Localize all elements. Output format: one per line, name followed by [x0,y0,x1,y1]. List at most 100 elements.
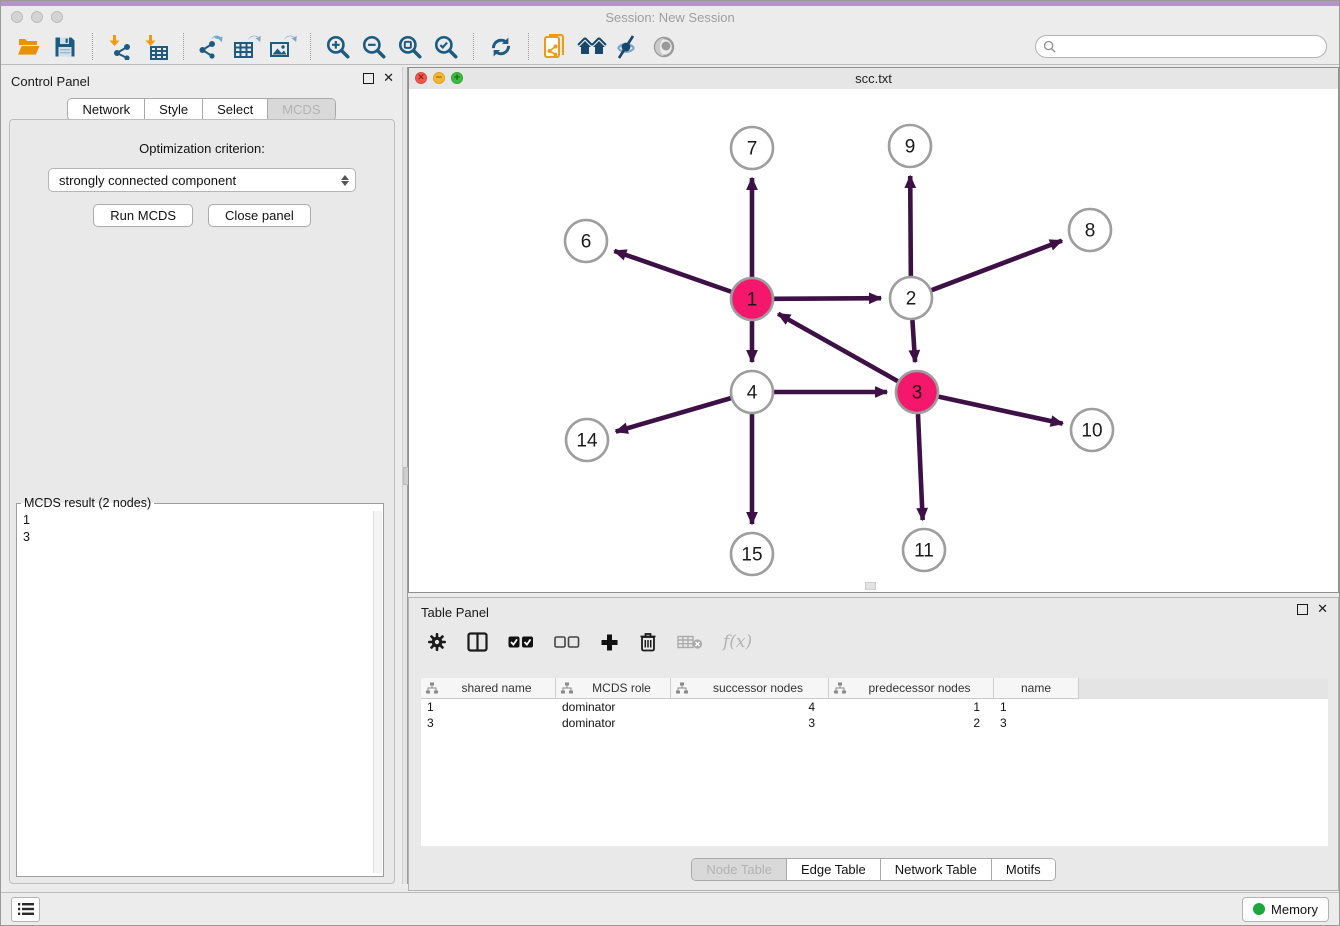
titlebar: Session: New Session [1,6,1339,30]
add-column-button[interactable] [600,633,619,652]
column-header-predecessor-nodes[interactable]: predecessor nodes [829,678,994,699]
refresh-layout-button[interactable] [486,33,516,61]
network-title: scc.txt [409,71,1338,86]
clone-network-icon [543,33,569,61]
node-label-2: 2 [906,289,917,310]
export-network-button[interactable] [196,33,226,61]
tab-select[interactable]: Select [202,99,267,120]
export-image-button[interactable] [268,33,298,61]
close-panel-icon[interactable]: ✕ [383,73,394,84]
column-layout-button[interactable] [467,632,488,652]
select-all-columns-button[interactable] [508,636,534,649]
main-toolbar [1,29,1339,65]
clone-network-button[interactable] [541,33,571,61]
criterion-select[interactable]: strongly connected component [48,168,356,192]
node-label-10: 10 [1081,421,1102,442]
edge-1-2[interactable] [774,298,881,299]
edge-2-9[interactable] [910,176,911,276]
tab-network-table[interactable]: Network Table [880,859,991,880]
toolbar-separator [92,33,93,60]
result-scrollbar[interactable] [373,511,382,873]
edge-3-1[interactable] [778,314,898,381]
table-row[interactable]: 3dominator323 [421,715,1328,731]
float-table-panel-icon[interactable] [1297,604,1308,615]
zoom-fit-icon [397,34,423,60]
zoom-selected-icon [433,34,459,60]
node-label-3: 3 [912,383,923,404]
edge-2-3[interactable] [912,320,915,362]
home-icon [577,35,607,59]
network-canvas[interactable]: 1234678910111415 [409,89,1338,592]
open-session-button[interactable] [14,33,44,61]
first-neighbors-button[interactable] [577,33,607,61]
edge-3-11[interactable] [918,414,923,520]
table-cell: 3 [671,715,829,731]
hierarchy-icon [834,682,846,694]
memory-status-icon [1253,903,1265,915]
status-bar: Memory [1,892,1339,925]
table-cell: 4 [671,699,829,715]
column-header-shared-name[interactable]: shared name [421,678,556,699]
show-task-history-button[interactable] [11,897,40,922]
node-label-9: 9 [905,137,916,158]
zoom-selected-button[interactable] [431,33,461,61]
node-label-11: 11 [914,541,934,562]
tab-motifs[interactable]: Motifs [991,859,1055,880]
edge-4-14[interactable] [616,398,731,431]
network-svg: 1234678910111415 [409,89,1338,592]
network-titlebar[interactable]: ✕ − + scc.txt [409,68,1338,90]
application-window: Session: New Session [0,0,1340,926]
import-table-button[interactable] [141,33,171,61]
zoom-fit-button[interactable] [395,33,425,61]
control-panel-title: Control Panel [11,74,90,89]
delete-column-button[interactable] [639,632,657,652]
show-all-button[interactable] [649,33,679,61]
zoom-in-button[interactable] [323,33,353,61]
export-network-icon [198,34,224,60]
node-label-14: 14 [576,431,598,452]
column-header-name[interactable]: name [994,678,1079,699]
close-table-panel-icon[interactable]: ✕ [1317,604,1328,615]
refresh-icon [488,34,514,60]
canvas-grip[interactable] [865,582,876,590]
search-field[interactable] [1035,35,1327,58]
search-input[interactable] [1061,39,1326,55]
table-tabs: Node Table Edge Table Network Table Moti… [691,858,1055,881]
run-mcds-button[interactable]: Run MCDS [93,204,193,227]
tab-node-table[interactable]: Node Table [692,859,786,880]
tab-mcds[interactable]: MCDS [267,99,334,120]
node-label-4: 4 [747,383,758,404]
deselect-all-columns-button[interactable] [554,636,580,649]
window-title: Session: New Session [1,10,1339,25]
edge-3-10[interactable] [938,397,1062,424]
table-row[interactable]: 1dominator411 [421,699,1328,715]
tab-style[interactable]: Style [144,99,202,120]
save-session-button[interactable] [50,33,80,61]
table-settings-button[interactable] [427,632,447,652]
memory-label: Memory [1271,902,1318,917]
table-body: 1dominator4113dominator323 [421,699,1328,731]
column-header-MCDS-role[interactable]: MCDS role [556,678,671,699]
tab-network[interactable]: Network [68,99,144,120]
edge-1-6[interactable] [614,251,731,292]
table-cell: 3 [421,715,556,731]
export-table-button[interactable] [232,33,262,61]
close-panel-button[interactable]: Close panel [208,204,311,227]
memory-button[interactable]: Memory [1242,897,1329,922]
float-panel-icon[interactable] [363,73,374,84]
export-table-icon [233,34,261,60]
import-network-button[interactable] [105,33,135,61]
delete-table-button[interactable] [677,634,703,650]
control-panel-tabs: Network Style Select MCDS [67,98,335,121]
table-cell: 1 [829,699,994,715]
zoom-out-button[interactable] [359,33,389,61]
edge-2-8[interactable] [932,241,1062,291]
toolbar-separator [473,33,474,60]
eye-icon [650,34,678,60]
column-header-successor-nodes[interactable]: successor nodes [671,678,829,699]
hide-selected-button[interactable] [613,33,643,61]
open-folder-icon [16,35,42,59]
function-builder-button[interactable]: f(x) [723,632,752,652]
tab-edge-table[interactable]: Edge Table [786,859,880,880]
mcds-result-box: MCDS result (2 nodes) 1 3 [16,496,384,877]
